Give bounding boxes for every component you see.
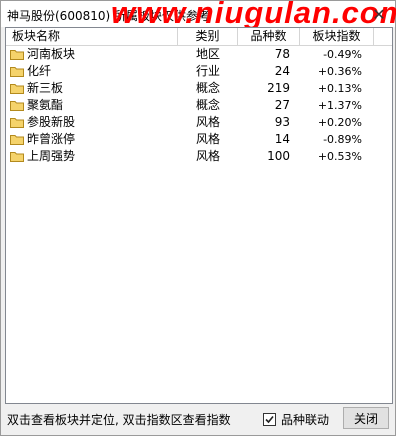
close-button[interactable]: 关闭 xyxy=(343,407,389,429)
row-name-cell: 新三板 xyxy=(10,80,176,97)
folder-icon xyxy=(10,66,24,77)
list-row[interactable]: 新三板 概念 219 +0.13% xyxy=(6,80,392,97)
row-index[interactable]: +1.37% xyxy=(300,97,362,114)
list-row[interactable]: 上周强势 风格 100 +0.53% xyxy=(6,148,392,165)
row-name: 化纤 xyxy=(27,64,52,78)
list-row[interactable]: 参股新股 风格 93 +0.20% xyxy=(6,114,392,131)
list-row[interactable]: 昨曾涨停 风格 14 -0.89% xyxy=(6,131,392,148)
close-button-label: 关闭 xyxy=(353,411,378,426)
checkbox-box[interactable] xyxy=(263,413,276,426)
row-name-cell: 化纤 xyxy=(10,63,176,80)
folder-icon xyxy=(10,134,24,145)
row-name-cell: 河南板块 xyxy=(10,46,176,63)
list-row[interactable]: 化纤 行业 24 +0.36% xyxy=(6,63,392,80)
folder-icon xyxy=(10,151,24,162)
title-bar: 神马股份(600810) 所属板块仅供参考 www.niugulan.com ✕ xyxy=(1,0,396,30)
row-type: 风格 xyxy=(196,149,221,163)
list-rows: 河南板块 地区 78 -0.49% 化纤 行业 24 +0.36% 新三板 概念… xyxy=(6,46,392,165)
row-name-cell: 聚氨酯 xyxy=(10,97,176,114)
row-name: 河南板块 xyxy=(27,47,76,61)
sector-list[interactable]: 板块名称 类别 品种数 板块指数 河南板块 地区 78 -0.49% 化纤 行业 xyxy=(5,27,393,404)
column-header-index[interactable]: 板块指数 xyxy=(300,28,374,45)
list-header: 板块名称 类别 品种数 板块指数 xyxy=(6,28,392,46)
row-index[interactable]: +0.53% xyxy=(300,148,362,165)
folder-icon xyxy=(10,49,24,60)
row-name: 昨曾涨停 xyxy=(27,132,76,146)
row-count: 14 xyxy=(274,132,290,146)
checkbox-label: 品种联动 xyxy=(281,413,330,427)
row-count: 219 xyxy=(267,81,290,95)
row-count: 93 xyxy=(274,115,290,129)
close-icon: ✕ xyxy=(372,4,386,24)
check-icon xyxy=(265,415,274,424)
row-count: 24 xyxy=(274,64,290,78)
row-name-cell: 上周强势 xyxy=(10,148,176,165)
row-type: 概念 xyxy=(196,81,221,95)
row-index[interactable]: +0.20% xyxy=(300,114,362,131)
row-count: 78 xyxy=(274,47,290,61)
list-row[interactable]: 河南板块 地区 78 -0.49% xyxy=(6,46,392,63)
row-name: 参股新股 xyxy=(27,115,76,129)
row-type: 风格 xyxy=(196,132,221,146)
row-index[interactable]: -0.89% xyxy=(300,131,362,148)
row-index[interactable]: +0.36% xyxy=(300,63,362,80)
row-type: 行业 xyxy=(196,64,221,78)
window-close-button[interactable]: ✕ xyxy=(367,3,391,25)
row-name-cell: 昨曾涨停 xyxy=(10,131,176,148)
column-header-count[interactable]: 品种数 xyxy=(238,28,300,45)
dialog-window: 神马股份(600810) 所属板块仅供参考 www.niugulan.com ✕… xyxy=(0,0,396,436)
column-header-type[interactable]: 类别 xyxy=(178,28,238,45)
row-type: 概念 xyxy=(196,98,221,112)
hint-text: 双击查看板块并定位, 双击指数区查看指数 xyxy=(7,413,231,427)
folder-icon xyxy=(10,117,24,128)
link-checkbox[interactable]: 品种联动 xyxy=(263,411,329,428)
list-row[interactable]: 聚氨酯 概念 27 +1.37% xyxy=(6,97,392,114)
row-index[interactable]: +0.13% xyxy=(300,80,362,97)
column-header-name[interactable]: 板块名称 xyxy=(6,28,178,45)
row-type: 风格 xyxy=(196,115,221,129)
row-count: 100 xyxy=(267,149,290,163)
row-name-cell: 参股新股 xyxy=(10,114,176,131)
row-name: 新三板 xyxy=(27,81,64,95)
row-name: 上周强势 xyxy=(27,149,76,163)
folder-icon xyxy=(10,100,24,111)
row-count: 27 xyxy=(274,98,290,112)
row-type: 地区 xyxy=(196,47,221,61)
row-index[interactable]: -0.49% xyxy=(300,46,362,63)
status-bar: 双击查看板块并定位, 双击指数区查看指数 品种联动 关闭 xyxy=(5,407,391,431)
row-name: 聚氨酯 xyxy=(27,98,64,112)
folder-icon xyxy=(10,83,24,94)
